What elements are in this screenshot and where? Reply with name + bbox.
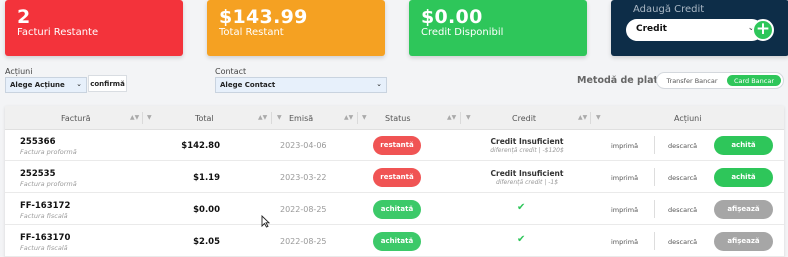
invoice-type: Factura proformă bbox=[20, 180, 77, 188]
unpaid-invoices-card: 2 Facturi Restante bbox=[5, 0, 183, 56]
available-credit-label: Credit Disponibil bbox=[421, 27, 504, 38]
sort-icon[interactable]: ▲▼ bbox=[578, 114, 587, 121]
status-badge: restantă bbox=[373, 136, 421, 155]
invoice-number[interactable]: 252535 bbox=[20, 169, 56, 179]
credit-status: Credit Insuficient bbox=[490, 169, 564, 178]
credit-difference: diferență credit | -$120$ bbox=[490, 147, 564, 154]
credit-select-value: Credit bbox=[636, 24, 667, 34]
col-actions: Acțiuni bbox=[674, 114, 702, 123]
sort-icon[interactable]: ▲▼ bbox=[344, 114, 353, 121]
download-link[interactable]: descarcă bbox=[668, 142, 697, 150]
invoice-date: 2023-04-06 bbox=[280, 141, 327, 150]
status-badge: achitată bbox=[373, 232, 421, 251]
invoices-table: Factură ▲▼ ▼ Total ▲▼ ▼ Emisă ▲▼ ▼ Statu… bbox=[5, 106, 784, 257]
actions-select[interactable]: Alege Acțiune ⌄ bbox=[5, 77, 87, 93]
invoice-date: 2022-08-25 bbox=[280, 205, 327, 214]
status-badge: achitată bbox=[373, 200, 421, 219]
available-credit-card: $0.00 Credit Disponibil bbox=[409, 0, 587, 56]
col-issued[interactable]: Emisă bbox=[289, 114, 313, 123]
sort-icon[interactable]: ▲▼ bbox=[258, 114, 267, 121]
add-credit-title: Adaugă Credit bbox=[633, 4, 705, 15]
invoice-total: $1.19 bbox=[193, 173, 220, 183]
invoice-number[interactable]: 255366 bbox=[20, 137, 56, 147]
check-icon: ✔ bbox=[517, 202, 526, 213]
table-row: 255366 Factura proformă $142.80 2023-04-… bbox=[5, 130, 784, 161]
pay-button[interactable]: achită bbox=[714, 136, 773, 155]
credit-select[interactable]: Credit ⌄ bbox=[626, 19, 763, 41]
unpaid-label: Facturi Restante bbox=[17, 27, 99, 38]
unpaid-count: 2 bbox=[17, 6, 31, 28]
add-credit-card: Adaugă Credit Credit ⌄ + bbox=[611, 0, 788, 56]
invoice-number[interactable]: FF-163170 bbox=[20, 233, 70, 243]
status-badge: restantă bbox=[373, 168, 421, 187]
invoice-total: $0.00 bbox=[193, 205, 220, 215]
mouse-cursor-icon bbox=[261, 215, 270, 228]
credit-difference: diferență credit | -1$ bbox=[495, 179, 559, 186]
chevron-down-icon: ⌄ bbox=[76, 80, 82, 88]
check-icon: ✔ bbox=[517, 234, 526, 245]
print-link[interactable]: imprimă bbox=[611, 238, 638, 246]
invoice-type: Factura fiscală bbox=[20, 212, 68, 220]
download-link[interactable]: descarcă bbox=[668, 206, 697, 214]
total-due-label: Total Restant bbox=[219, 27, 284, 38]
invoice-type: Factura fiscală bbox=[20, 244, 68, 252]
total-due-value: $143.99 bbox=[219, 6, 308, 28]
total-due-card: $143.99 Total Restant bbox=[207, 0, 385, 56]
col-status[interactable]: Status bbox=[385, 114, 411, 123]
contact-select[interactable]: Alege Contact ⌄ bbox=[215, 77, 387, 93]
table-row: FF-163172 Factura fiscală $0.00 2022-08-… bbox=[5, 194, 784, 225]
invoice-total: $142.80 bbox=[181, 141, 220, 151]
bank-card-option[interactable]: Card Bancar bbox=[727, 75, 781, 86]
table-header: Factură ▲▼ ▼ Total ▲▼ ▼ Emisă ▲▼ ▼ Statu… bbox=[5, 106, 784, 130]
print-link[interactable]: imprimă bbox=[611, 206, 638, 214]
filter-icon[interactable]: ▼ bbox=[466, 114, 471, 121]
plus-icon[interactable]: + bbox=[752, 19, 774, 41]
download-link[interactable]: descarcă bbox=[668, 238, 697, 246]
filter-icon[interactable]: ▼ bbox=[596, 114, 601, 121]
bank-transfer-option[interactable]: Transfer Bancar bbox=[661, 75, 723, 86]
print-link[interactable]: imprimă bbox=[611, 142, 638, 150]
sort-icon[interactable]: ▲▼ bbox=[447, 114, 456, 121]
col-credit[interactable]: Credit bbox=[512, 114, 536, 123]
view-button[interactable]: afișează bbox=[714, 200, 773, 219]
chevron-down-icon: ⌄ bbox=[376, 80, 382, 88]
invoice-number[interactable]: FF-163172 bbox=[20, 201, 70, 211]
confirm-button[interactable]: confirmă bbox=[88, 75, 127, 92]
col-invoice[interactable]: Factură bbox=[61, 114, 91, 123]
filter-icon[interactable]: ▼ bbox=[147, 114, 152, 121]
invoice-total: $2.05 bbox=[193, 237, 220, 247]
credit-status: Credit Insuficient bbox=[490, 137, 564, 146]
available-credit-value: $0.00 bbox=[421, 6, 483, 28]
payment-method-label: Metodă de plată bbox=[577, 75, 665, 86]
actions-select-value: Alege Acțiune bbox=[10, 81, 65, 89]
table-row: 252535 Factura proformă $1.19 2023-03-22… bbox=[5, 162, 784, 193]
filter-icon[interactable]: ▼ bbox=[277, 114, 282, 121]
pay-button[interactable]: achită bbox=[714, 168, 773, 187]
filter-icon[interactable]: ▼ bbox=[362, 114, 367, 121]
download-link[interactable]: descarcă bbox=[668, 174, 697, 182]
invoice-date: 2023-03-22 bbox=[280, 173, 327, 182]
sort-icon[interactable]: ▲▼ bbox=[130, 114, 139, 121]
invoice-type: Factura proformă bbox=[20, 148, 77, 156]
table-row: FF-163170 Factura fiscală $2.05 2022-08-… bbox=[5, 226, 784, 257]
col-total[interactable]: Total bbox=[195, 114, 214, 123]
print-link[interactable]: imprimă bbox=[611, 174, 638, 182]
invoice-date: 2022-08-25 bbox=[280, 237, 327, 246]
contact-label: Contact bbox=[215, 67, 247, 76]
payment-method-toggle: Transfer Bancar Card Bancar bbox=[656, 72, 784, 89]
contact-select-value: Alege Contact bbox=[220, 81, 276, 89]
view-button[interactable]: afișează bbox=[714, 232, 773, 251]
actions-label: Acțiuni bbox=[5, 67, 33, 76]
